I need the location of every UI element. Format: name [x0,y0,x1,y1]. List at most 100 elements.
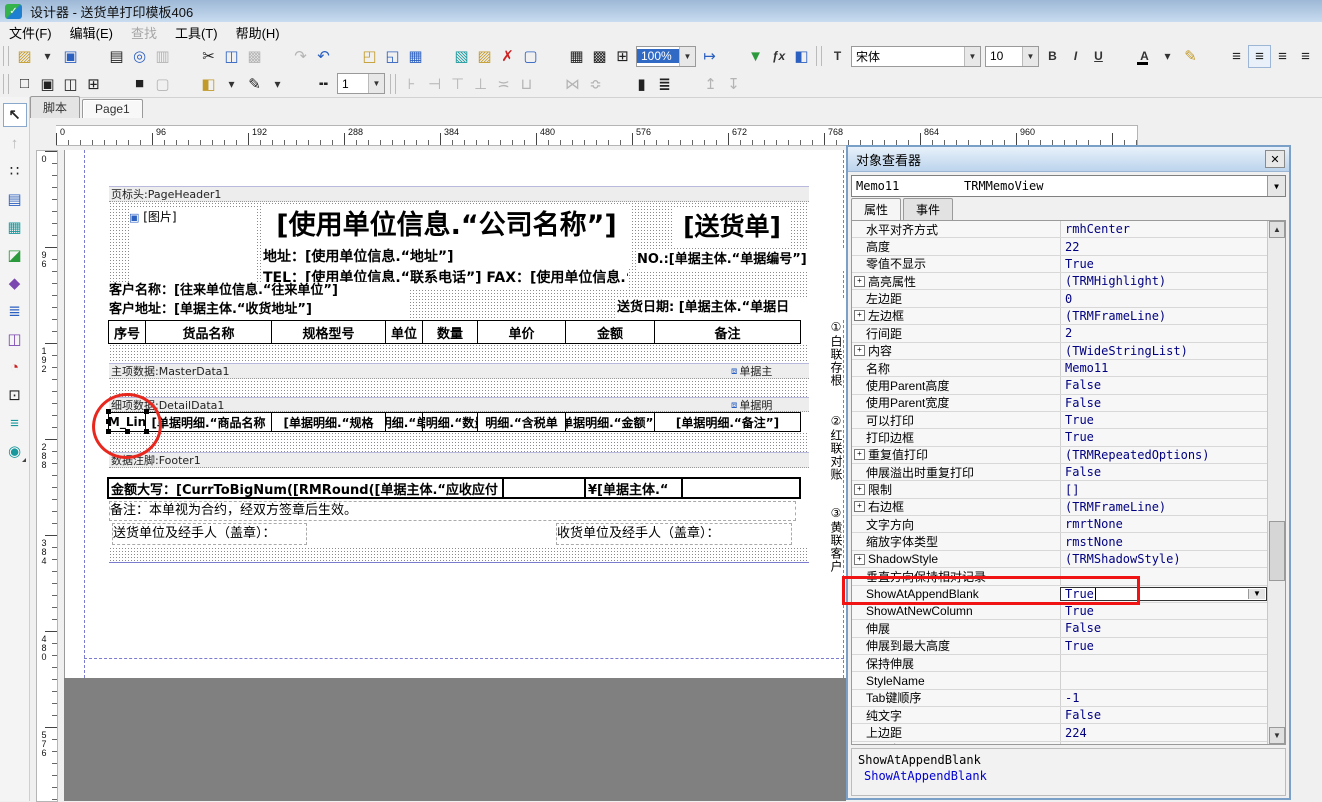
table-header-cell[interactable]: 规格型号 [271,320,386,344]
expand-icon[interactable]: + [854,345,865,356]
print-preview-button[interactable]: ◎ [128,45,151,68]
property-row[interactable]: + 可以打印 True ▼ [852,412,1285,429]
band-footer[interactable]: 数据注脚:Footer1 [109,452,809,468]
highlight-button[interactable]: ✎ [1179,45,1202,68]
property-value-cell[interactable]: False ▼ [1060,620,1267,636]
sep9[interactable] [1202,45,1225,68]
sep5[interactable] [607,72,630,95]
chevron-down-icon[interactable]: ▼ [368,74,384,93]
chevron-down-icon[interactable]: ▼ [1022,47,1038,66]
property-value-cell[interactable]: False ▼ [1060,395,1267,411]
property-value-cell[interactable]: rmstNone ▼ [1060,533,1267,549]
detail-cell[interactable]: 据明细.“数量 [422,412,478,432]
menu-file[interactable]: 文件(F) [0,21,61,44]
detail-cell[interactable]: 单据明细.“金额”] [565,412,655,432]
memo-tool[interactable]: ▤ [3,187,27,211]
align-center-button[interactable]: ≡ [1248,45,1271,68]
table-header-cell[interactable]: 单位 [385,320,423,344]
sep5[interactable] [427,45,450,68]
property-value-cell[interactable]: False ▼ [1060,464,1267,480]
band-page-header[interactable]: 页标头:PageHeader1 [109,186,809,202]
property-row[interactable]: + 零值不显示 True ▼ [852,256,1285,273]
print-button[interactable]: ▤ [105,45,128,68]
menu-find[interactable]: 查找 [122,21,166,44]
sep8[interactable] [1110,45,1133,68]
property-value-cell[interactable]: (TRMFrameLine) ▼ [1060,742,1267,745]
property-row[interactable]: + 缩放字体类型 rmstNone ▼ [852,533,1285,550]
property-row[interactable]: + 伸展 False ▼ [852,620,1285,637]
sep6[interactable] [676,72,699,95]
property-value-cell[interactable]: (TRMRepeatedOptions) ▼ [1060,447,1267,463]
expression-fx-button[interactable]: ƒx [767,45,790,68]
open-dropdown[interactable]: ▾ [36,45,59,68]
property-row[interactable]: + 纯文字 False ▼ [852,707,1285,724]
property-row[interactable]: + 伸展到最大高度 True ▼ [852,638,1285,655]
zoom-select[interactable]: 100% ▼ [636,46,696,67]
property-row[interactable]: + 上边框 (TRMFrameLine) ▼ [852,742,1285,745]
amount-cell[interactable]: ¥[单据主体.“ [584,477,683,499]
property-row[interactable]: + 左边距 0 ▼ [852,290,1285,307]
image-frame-tool[interactable]: ◫ [3,327,27,351]
fill-color-dropdown[interactable]: ▾ [220,72,243,95]
doc-title-field[interactable]: [送货单] [673,208,791,248]
sep4[interactable] [538,72,561,95]
detail-cell[interactable]: 明细.“含税单 [477,412,566,432]
frame-box-button[interactable]: ▣ [36,72,59,95]
align-middles-button[interactable]: ≍ [492,72,515,95]
property-row[interactable]: + ShadowStyle (TRMShadowStyle) ▼ [852,551,1285,568]
customer-box[interactable]: 客户名称：[往来单位信息.“往来单位”] 客户地址：[单据主体.“收货地址”] [109,282,409,320]
align-bottoms-button[interactable]: ⊔ [515,72,538,95]
toolbar-grip[interactable] [3,74,9,94]
chevron-down-icon[interactable]: ▼ [1267,176,1285,196]
delivery-date-field[interactable]: 送货日期: [单据主体.“单据日 [617,298,845,318]
property-row[interactable]: + 使用Parent高度 False ▼ [852,377,1285,394]
bold-button[interactable]: B [1041,45,1064,68]
exit-designer-button[interactable]: ↦ [698,45,721,68]
toolbar-grip[interactable] [390,74,396,94]
property-row[interactable]: + 内容 (TWideStringList) ▼ [852,343,1285,360]
snap-to-grid-button[interactable]: ▩ [588,45,611,68]
property-scrollbar[interactable]: ▲ ▼ [1267,221,1285,744]
align-lefts-button[interactable]: ⊦ [400,72,423,95]
detail-cell[interactable]: [单据明细.“商品名称 [145,412,272,432]
property-value-cell[interactable]: ▼ [1060,655,1267,671]
property-row[interactable]: + 左边框 (TRMFrameLine) ▼ [852,308,1285,325]
menu-edit[interactable]: 编辑(E) [61,21,122,44]
paste-button[interactable]: ▩ [243,45,266,68]
property-row[interactable]: + 上边距 224 ▼ [852,724,1285,741]
property-value-cell[interactable]: Memo11 ▼ [1060,360,1267,376]
select-tool[interactable]: ↖ [3,103,27,127]
property-row[interactable]: + 文字方向 rmrtNone ▼ [852,516,1285,533]
customer-address-field[interactable]: 客户地址：[单据主体.“收货地址”] [109,301,409,320]
italic-button[interactable]: I [1064,45,1087,68]
amount-cell[interactable] [681,477,801,499]
property-value-cell[interactable]: 2 ▼ [1060,325,1267,341]
sender-sign-field[interactable]: 送货单位及经手人（盖章）： [112,523,307,545]
redo-button[interactable]: ↷ [289,45,312,68]
company-name-field[interactable]: [使用单位信息.“公司名称”] [263,206,630,248]
menu-tools[interactable]: 工具(T) [166,21,227,44]
close-icon[interactable]: ✕ [1265,150,1285,168]
sep2[interactable] [174,72,197,95]
picture-tool[interactable]: ◪ [3,243,27,267]
scroll-down-icon[interactable]: ▼ [1269,727,1285,744]
property-row[interactable]: + 打印边框 True ▼ [852,429,1285,446]
customer-name-field[interactable]: 客户名称：[往来单位信息.“往来单位”] [109,282,409,301]
design-page[interactable]: 页标头:PageHeader1 ▣ [图片] [使用单位信息.“公司名称”] 地… [64,150,847,678]
detail-cell[interactable]: 明细.“单 [385,412,423,432]
space-vertical-button[interactable]: ≎ [584,72,607,95]
sep1[interactable] [105,72,128,95]
property-value-cell[interactable]: ▼ [1060,672,1267,688]
print-setup-button[interactable]: ▥ [151,45,174,68]
property-row[interactable]: + 限制 [] ▼ [852,481,1285,498]
align-tops-button[interactable]: ⊥ [469,72,492,95]
expand-icon[interactable]: + [854,744,865,745]
band-master-data[interactable]: 主项数据:MasterData1 ⧈ 单据主 [109,363,809,379]
property-value-cell[interactable]: [] ▼ [1060,481,1267,497]
delete-page-button[interactable]: ✗ [496,45,519,68]
nudge-down-button[interactable]: ↧ [722,72,745,95]
align-right-button[interactable]: ≡ [1271,45,1294,68]
band-detail-data[interactable]: 细项数据:DetailData1 ⧈ 单据明 [109,397,809,412]
property-value-cell[interactable]: True ▼ [1060,638,1267,654]
property-value-cell[interactable]: True ▼ [1060,603,1267,619]
